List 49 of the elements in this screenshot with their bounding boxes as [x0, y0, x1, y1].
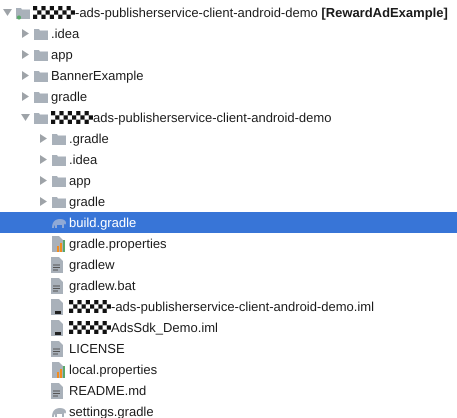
expand-arrow-icon[interactable]: [39, 197, 48, 206]
text-file-icon: [51, 256, 63, 272]
folder-icon: [33, 110, 49, 124]
tree-item[interactable]: -ads-publisherservice-client-android-demo [RewardAdExample]: [0, 2, 457, 23]
module-folder-icon: [15, 6, 31, 20]
tree-item[interactable]: app: [0, 170, 457, 191]
tree-item[interactable]: ads-publisherservice-client-android-demo: [0, 107, 457, 128]
tree-item[interactable]: build.gradle: [0, 212, 457, 233]
folder-icon: [33, 90, 49, 104]
folder-icon: [33, 26, 49, 40]
expand-arrow-icon[interactable]: [39, 134, 48, 143]
collapse-arrow-icon[interactable]: [3, 8, 12, 17]
expand-arrow-icon[interactable]: [39, 176, 48, 185]
expand-arrow-icon[interactable]: [21, 71, 30, 80]
tree-item[interactable]: gradlew: [0, 254, 457, 275]
tree-item[interactable]: gradle: [0, 191, 457, 212]
expand-arrow-icon[interactable]: [21, 92, 30, 101]
folder-icon: [51, 132, 67, 146]
tree-item[interactable]: -ads-publisherservice-client-android-demo.iml: [0, 296, 457, 317]
elephant-icon: [51, 216, 67, 228]
expand-arrow-icon[interactable]: [39, 155, 48, 164]
tree-item[interactable]: app: [0, 44, 457, 65]
tree-item[interactable]: .idea: [0, 149, 457, 170]
tree-item[interactable]: gradlew.bat: [0, 275, 457, 296]
folder-icon: [33, 48, 49, 62]
tree-item[interactable]: gradle: [0, 86, 457, 107]
tree-item[interactable]: gradle.properties: [0, 233, 457, 254]
tree-item[interactable]: .gradle: [0, 128, 457, 149]
properties-file-icon: [51, 362, 65, 378]
expand-arrow-icon[interactable]: [21, 50, 30, 59]
text-file-icon: [51, 382, 63, 398]
properties-file-icon: [51, 236, 65, 252]
tree-item[interactable]: LICENSE: [0, 338, 457, 359]
folder-icon: [51, 152, 67, 166]
tree-item[interactable]: .idea: [0, 23, 457, 44]
text-file-icon: [51, 278, 63, 294]
folder-icon: [51, 194, 67, 208]
tree-item[interactable]: AdsSdk_Demo.iml: [0, 317, 457, 338]
tree-item[interactable]: local.properties: [0, 359, 457, 380]
module-file-icon: [51, 320, 63, 336]
collapse-arrow-icon[interactable]: [21, 113, 30, 122]
tree-item[interactable]: BannerExample: [0, 65, 457, 86]
module-file-icon: [51, 298, 63, 314]
folder-icon: [51, 174, 67, 188]
text-file-icon: [51, 340, 63, 356]
tree-item[interactable]: README.md: [0, 380, 457, 401]
elephant-icon: [51, 406, 67, 418]
expand-arrow-icon[interactable]: [21, 29, 30, 38]
folder-icon: [33, 68, 49, 82]
